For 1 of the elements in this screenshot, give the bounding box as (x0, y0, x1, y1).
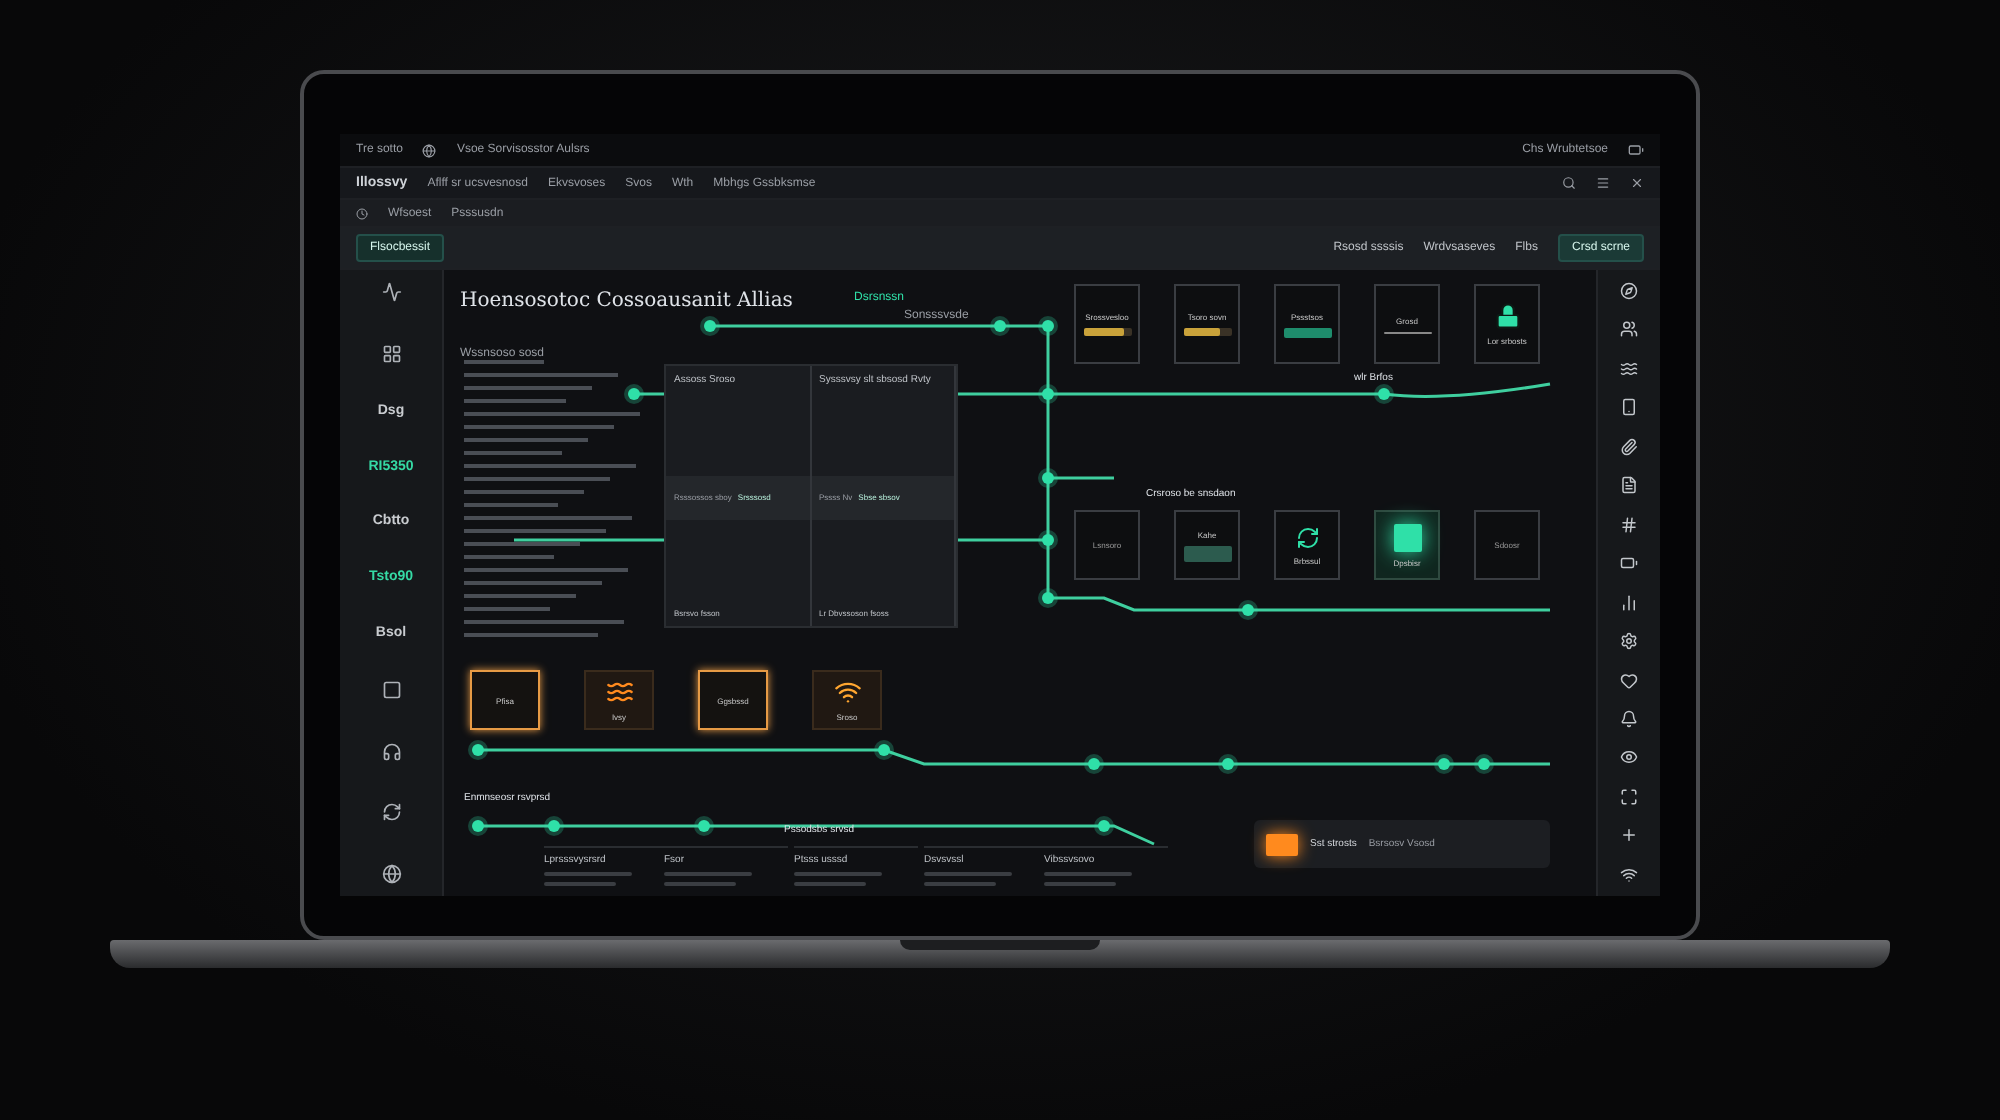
diagram-title: Hoensosotoc Cossoausanit Allias (460, 290, 793, 312)
